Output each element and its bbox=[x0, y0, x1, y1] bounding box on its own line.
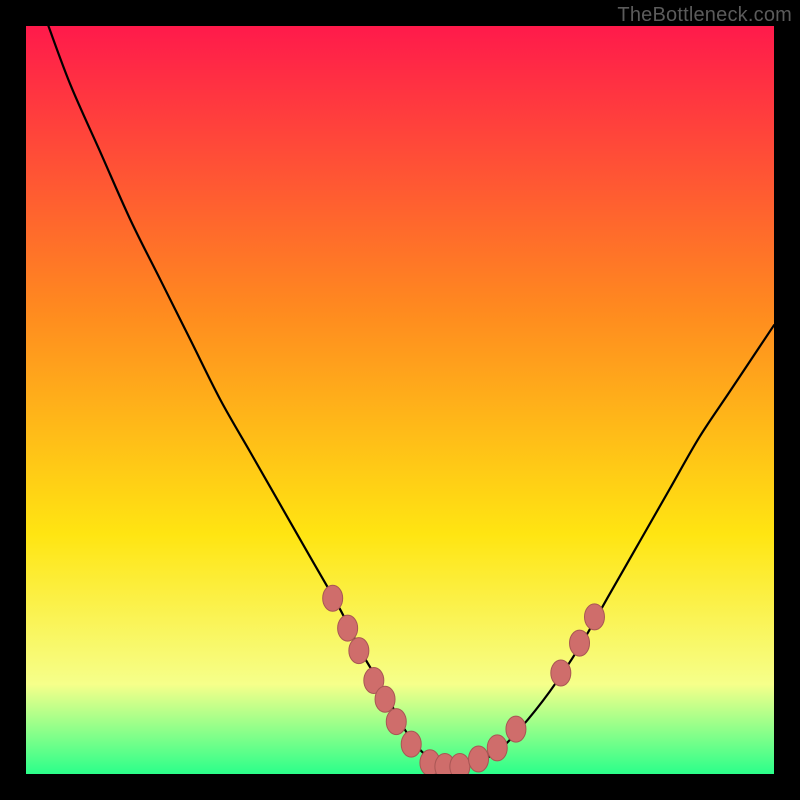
curve-marker bbox=[487, 735, 507, 761]
bottleneck-chart bbox=[26, 26, 774, 774]
plot-area bbox=[26, 26, 774, 774]
curve-marker bbox=[469, 746, 489, 772]
curve-marker bbox=[323, 585, 343, 611]
gradient-background bbox=[26, 26, 774, 774]
curve-marker bbox=[386, 709, 406, 735]
curve-marker bbox=[584, 604, 604, 630]
curve-marker bbox=[375, 686, 395, 712]
curve-marker bbox=[450, 754, 470, 774]
curve-marker bbox=[551, 660, 571, 686]
curve-marker bbox=[401, 731, 421, 757]
curve-marker bbox=[570, 630, 590, 656]
attribution-text: TheBottleneck.com bbox=[617, 4, 792, 27]
curve-marker bbox=[338, 615, 358, 641]
curve-marker bbox=[506, 716, 526, 742]
curve-marker bbox=[349, 638, 369, 664]
chart-frame: TheBottleneck.com bbox=[0, 0, 800, 800]
